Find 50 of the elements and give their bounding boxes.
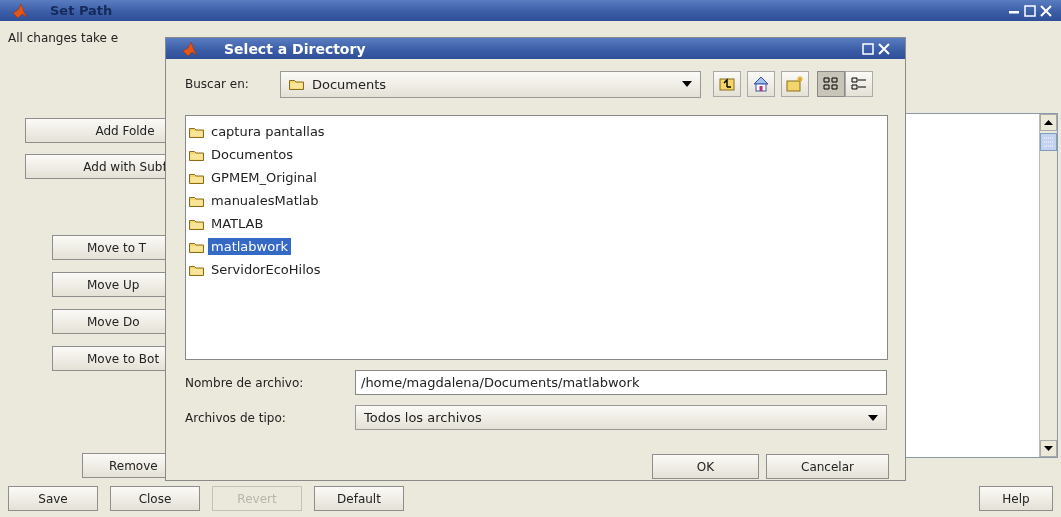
look-in-label: Buscar en: bbox=[185, 77, 250, 91]
list-view-icon bbox=[822, 75, 840, 93]
home-button[interactable] bbox=[747, 71, 775, 97]
bottom-button[interactable]: Save bbox=[8, 486, 98, 511]
dropdown-value: Documents bbox=[312, 76, 387, 92]
folder-icon bbox=[189, 217, 204, 230]
caret-icon bbox=[868, 414, 878, 421]
folder-up-button[interactable] bbox=[713, 71, 741, 97]
folder-item[interactable]: manualesMatlab bbox=[208, 192, 322, 209]
scroll-up-icon[interactable] bbox=[1040, 114, 1057, 131]
look-in-dropdown[interactable]: Documents bbox=[280, 70, 701, 98]
dialog-title: Select a Directory bbox=[224, 40, 366, 57]
window-title: Set Path bbox=[50, 3, 113, 18]
new-folder-icon bbox=[786, 75, 804, 93]
cancel-button[interactable]: Cancelar bbox=[766, 454, 889, 479]
scroll-thumb[interactable] bbox=[1040, 133, 1057, 151]
folder-icon bbox=[189, 194, 204, 207]
folder-item[interactable]: MATLAB bbox=[208, 215, 267, 232]
folder-up-icon bbox=[718, 75, 736, 93]
home-icon bbox=[752, 75, 770, 93]
file-name-field[interactable]: /home/magdalena/Documents/matlabwork bbox=[355, 370, 887, 395]
scrollbar[interactable] bbox=[1039, 114, 1057, 457]
logo-icon bbox=[12, 2, 28, 19]
folder-icon bbox=[289, 78, 304, 90]
list-view-button[interactable] bbox=[817, 71, 845, 97]
ok-button[interactable]: OK bbox=[652, 454, 759, 479]
folder-icon bbox=[189, 171, 204, 184]
folder-icon bbox=[189, 125, 204, 138]
details-view-icon bbox=[850, 75, 868, 93]
caret-icon bbox=[682, 81, 692, 87]
close-icon[interactable] bbox=[1039, 3, 1053, 18]
scroll-down-icon[interactable] bbox=[1040, 440, 1057, 457]
logo-icon bbox=[182, 40, 198, 57]
help-button[interactable]: Help bbox=[979, 486, 1053, 511]
dropdown-value: Todos los archivos bbox=[364, 410, 482, 425]
folder-icon bbox=[189, 148, 204, 161]
file-name-label: Nombre de archivo: bbox=[185, 375, 305, 390]
details-view-button[interactable] bbox=[845, 71, 873, 97]
bottom-button[interactable]: Close bbox=[110, 486, 200, 511]
close-icon[interactable] bbox=[877, 41, 891, 56]
file-type-label: Archivos de tipo: bbox=[185, 410, 287, 425]
bottom-button[interactable]: Default bbox=[314, 486, 404, 511]
folder-icon bbox=[189, 240, 204, 253]
maximize-icon[interactable] bbox=[861, 41, 875, 56]
folder-icon bbox=[189, 263, 204, 276]
folder-item[interactable]: matlabwork bbox=[208, 238, 292, 255]
file-list[interactable]: captura pantallas Documentos GPMEM_Original manualesMatlab MATLAB matlabwork ServidorEcoHilos bbox=[185, 115, 888, 360]
intro-text: All changes take e bbox=[8, 30, 120, 46]
file-type-dropdown[interactable]: Todos los archivos bbox=[355, 405, 887, 430]
maximize-icon[interactable] bbox=[1023, 3, 1037, 18]
